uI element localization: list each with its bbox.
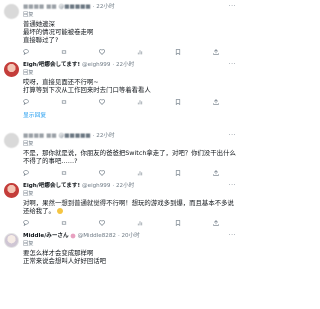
reply-icon[interactable] (23, 98, 29, 105)
share-icon[interactable] (213, 219, 219, 226)
reply-post[interactable]: Middle/みーさん @Middle8282 · 20小时 ··· 回复 要怎… (0, 229, 242, 267)
reply-post[interactable]: ■■■■ ■■ @■■■■■ · 22小时 ··· 回复 普通她邊深 最坏的情况… (0, 0, 242, 58)
more-options-icon[interactable]: ··· (229, 3, 236, 10)
like-icon[interactable] (99, 48, 105, 55)
avatar[interactable] (4, 233, 19, 248)
more-options-icon[interactable]: ··· (229, 61, 236, 68)
avatar[interactable] (4, 183, 19, 198)
views-icon[interactable] (137, 170, 143, 176)
more-options-icon[interactable]: ··· (229, 132, 236, 139)
post-time[interactable]: · 20小时 (118, 232, 140, 240)
display-name[interactable]: Eigh/吧娜会してます! (23, 182, 80, 190)
post-header: ■■■■ ■■ @■■■■■ · 22小时 (23, 3, 236, 11)
bookmark-icon[interactable] (175, 98, 181, 105)
reply-icon[interactable] (23, 48, 29, 55)
reply-context: 回复 (23, 141, 34, 147)
more-options-icon[interactable]: ··· (229, 232, 236, 239)
retweet-icon[interactable] (61, 99, 67, 105)
user-handle[interactable]: @■■■■■ (59, 132, 91, 140)
bookmark-icon[interactable] (175, 219, 181, 226)
bookmark-icon[interactable] (175, 48, 181, 55)
display-name[interactable]: ■■■■ ■■ (23, 132, 57, 140)
post-text: 普通她邊深 最坏的情况可能被卷走啊 直接聯过了? (23, 20, 94, 44)
timeline: ■■■■ ■■ @■■■■■ · 22小时 ··· 回复 普通她邊深 最坏的情况… (0, 0, 242, 267)
user-handle[interactable]: @eigh999 (82, 182, 110, 190)
display-name[interactable]: ■■■■ ■■ (23, 3, 57, 11)
avatar[interactable] (4, 4, 19, 19)
reply-icon[interactable] (23, 169, 29, 176)
reply-context: 回复 (23, 191, 34, 197)
post-time[interactable]: · 22小时 (93, 132, 115, 140)
share-icon[interactable] (213, 48, 219, 55)
post-header: Eigh/吧娜会してます! @eigh999 · 22小时 (23, 182, 236, 190)
post-actions (23, 97, 219, 106)
user-handle[interactable]: @Middle8282 (78, 232, 116, 240)
profile-badge-icon (70, 233, 76, 239)
post-text: 要怎么样才会变成那样啊 正常来说会想叫人好好回话吧 (23, 249, 107, 265)
retweet-icon[interactable] (61, 220, 67, 226)
post-actions (23, 218, 219, 227)
retweet-icon[interactable] (61, 170, 67, 176)
reply-context: 回复 (23, 241, 34, 247)
share-icon[interactable] (213, 169, 219, 176)
user-handle[interactable]: @■■■■■ (59, 3, 91, 11)
views-icon[interactable] (137, 49, 143, 55)
reply-post[interactable]: ■■■■ ■■ @■■■■■ · 22小时 ··· 回复 不是，那你就是说，你朋… (0, 129, 242, 179)
post-actions (23, 168, 219, 177)
post-text: 哎呀，直接见面还不行啊~ 打算等到下次从工作回来时去门口等着看看人 (23, 78, 151, 94)
post-time[interactable]: · 22小时 (112, 182, 134, 190)
emoji-icon (57, 208, 63, 214)
thread-gap (0, 121, 242, 129)
post-text-content: 对啊，果然一想到普通就觉得不行啊！想玩的游戏多到爆，而且基本不多说还给我了。 (23, 199, 234, 215)
post-text: 对啊，果然一想到普通就觉得不行啊！想玩的游戏多到爆，而且基本不多说还给我了。 (23, 199, 236, 215)
post-actions (23, 47, 219, 56)
share-icon[interactable] (213, 98, 219, 105)
bookmark-icon[interactable] (175, 169, 181, 176)
reply-post[interactable]: Eigh/吧娜会してます! @eigh999 · 22小时 ··· 回复 哎呀，… (0, 58, 242, 108)
reply-post[interactable]: Eigh/吧娜会してます! @eigh999 · 22小时 ··· 回复 对啊，… (0, 179, 242, 229)
avatar[interactable] (4, 62, 19, 77)
more-options-icon[interactable]: ··· (229, 182, 236, 189)
like-icon[interactable] (99, 169, 105, 176)
post-time[interactable]: · 22小时 (112, 61, 134, 69)
views-icon[interactable] (137, 99, 143, 105)
display-name[interactable]: Eigh/吧娜会してます! (23, 61, 80, 69)
post-header: ■■■■ ■■ @■■■■■ · 22小时 (23, 132, 236, 140)
post-header: Eigh/吧娜会してます! @eigh999 · 22小时 (23, 61, 236, 69)
post-time[interactable]: · 22小时 (93, 3, 115, 11)
post-header: Middle/みーさん @Middle8282 · 20小时 (23, 232, 236, 240)
display-name[interactable]: Middle/みーさん (23, 232, 69, 240)
reply-icon[interactable] (23, 219, 29, 226)
like-icon[interactable] (99, 98, 105, 105)
reply-context: 回复 (23, 70, 34, 76)
reply-context: 回复 (23, 12, 34, 18)
user-handle[interactable]: @eigh999 (82, 61, 110, 69)
avatar[interactable] (4, 133, 19, 148)
like-icon[interactable] (99, 219, 105, 226)
show-replies-link[interactable]: 显示回复 (0, 108, 242, 121)
views-icon[interactable] (137, 220, 143, 226)
post-text: 不是，那你就是说，你朋友的爸爸把Switch拿走了，对吧？你们没干出什么不得了的… (23, 149, 236, 165)
retweet-icon[interactable] (61, 49, 67, 55)
